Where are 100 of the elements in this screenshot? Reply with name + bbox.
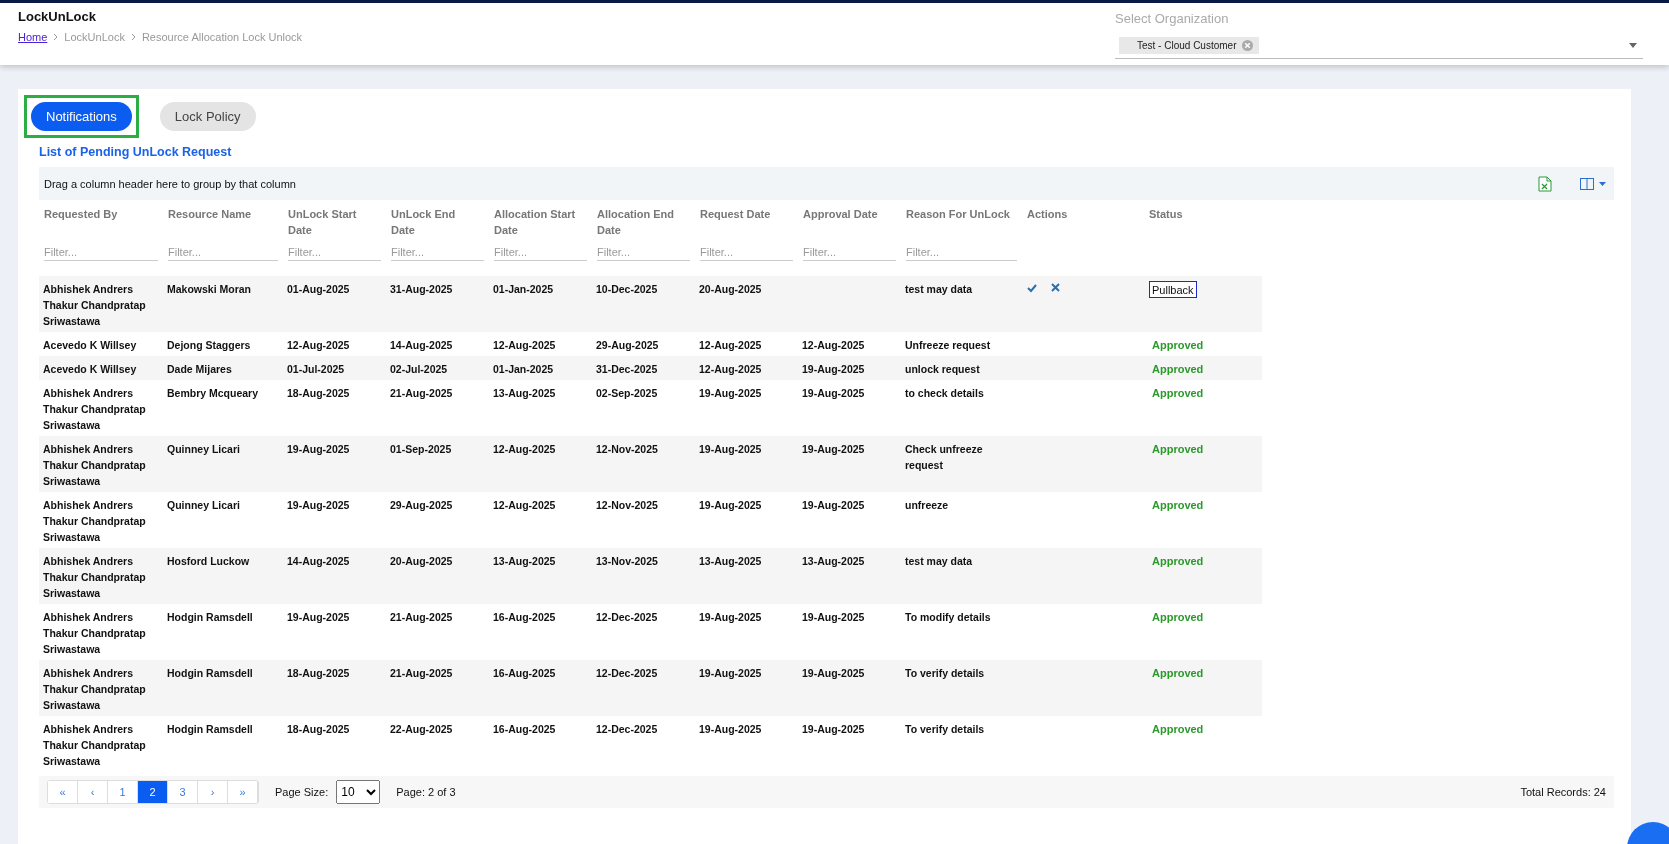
table-cell-text: Hosford Luckow <box>166 554 251 569</box>
page-button[interactable]: 2 <box>138 781 168 803</box>
organization-select[interactable]: Test - Cloud Customer <box>1115 37 1643 59</box>
group-hint: Drag a column header here to group by that column <box>44 177 296 190</box>
page-button[interactable]: 1 <box>108 781 138 803</box>
table-cell-text: 19-Aug-2025 <box>698 722 763 737</box>
table-cell-text: Abhishek Andrers Thakur Chandpratap Sriwastawa <box>42 554 147 601</box>
chevron-icon <box>130 33 136 41</box>
table-cell-text: 12-Dec-2025 <box>595 722 659 737</box>
table-cell-text: Dejong Staggers <box>166 338 252 353</box>
page-button[interactable]: ‹ <box>78 781 108 803</box>
table-cell-text: 13-Aug-2025 <box>698 554 763 569</box>
table-cell-text: test may data <box>904 282 974 297</box>
tab[interactable]: Notifications <box>31 102 132 131</box>
table-cell-text: 12-Aug-2025 <box>698 362 763 377</box>
page-info: Page: 2 of 3 <box>396 786 456 798</box>
page-button[interactable]: « <box>48 781 78 803</box>
table-cell-text: 19-Aug-2025 <box>801 666 866 681</box>
table-cell-text: Abhishek Andrers Thakur Chandpratap Sriwastawa <box>42 666 147 713</box>
column-header[interactable]: Allocation End Date <box>592 200 695 242</box>
page-button[interactable]: » <box>228 781 258 803</box>
table-cell-text: Hodgin Ramsdell <box>166 610 254 625</box>
table-cell-text: To verify details <box>904 666 986 681</box>
column-header[interactable]: Resource Name <box>163 200 283 242</box>
table-cell-text: 12-Aug-2025 <box>492 338 557 353</box>
approve-icon[interactable] <box>1027 283 1037 293</box>
table-cell-text: Makowski Moran <box>166 282 253 297</box>
table-cell-text: Hodgin Ramsdell <box>166 666 254 681</box>
table-cell-text: 13-Aug-2025 <box>801 554 866 569</box>
table-cell-text: 10-Dec-2025 <box>595 282 659 297</box>
table-cell-text: 14-Aug-2025 <box>389 338 454 353</box>
table-cell-text: 13-Aug-2025 <box>492 554 557 569</box>
table-cell-text: 01-Aug-2025 <box>286 282 351 297</box>
table-cell-text: 12-Aug-2025 <box>492 498 557 513</box>
table-cell-text: 01-Jul-2025 <box>286 362 346 377</box>
column-header[interactable]: UnLock Start Date <box>283 200 386 242</box>
table-cell-text: 20-Aug-2025 <box>389 554 454 569</box>
table-cell-text: 18-Aug-2025 <box>286 386 351 401</box>
status-label: Approved <box>1151 666 1205 681</box>
status-label: Approved <box>1151 442 1205 457</box>
table-cell-text: 21-Aug-2025 <box>389 666 454 681</box>
table-cell-text: 01-Sep-2025 <box>389 442 453 457</box>
column-header[interactable]: Requested By <box>39 200 163 242</box>
table-cell-text: 19-Aug-2025 <box>286 442 351 457</box>
column-header[interactable]: Approval Date <box>798 200 901 242</box>
column-header[interactable]: Actions <box>1022 200 1144 242</box>
table-cell-text: Dade Mijares <box>166 362 233 377</box>
table-cell-text: 02-Jul-2025 <box>389 362 449 377</box>
page-size-select[interactable]: 10 <box>336 780 381 804</box>
status-label: Approved <box>1151 554 1205 569</box>
table-cell-text: 13-Aug-2025 <box>492 386 557 401</box>
table-cell-text: unfreeze <box>904 498 950 513</box>
table-cell-text: 19-Aug-2025 <box>801 386 866 401</box>
total-records: Total Records: 24 <box>1520 786 1606 798</box>
table-cell-text: 14-Aug-2025 <box>286 554 351 569</box>
breadcrumb-item: LockUnLock <box>64 31 125 43</box>
table-cell-text: 19-Aug-2025 <box>286 498 351 513</box>
table-cell-text: 12-Dec-2025 <box>595 666 659 681</box>
table-cell-text: 19-Aug-2025 <box>801 362 866 377</box>
page-button[interactable]: › <box>198 781 228 803</box>
excel-export-icon[interactable] <box>1538 175 1552 192</box>
status-label: Approved <box>1151 338 1205 353</box>
column-header[interactable]: Allocation Start Date <box>489 200 592 242</box>
field-label: Select Organization <box>1115 11 1230 26</box>
column-header[interactable]: Reason For UnLock <box>901 200 1022 242</box>
table-cell-text: 19-Aug-2025 <box>698 610 763 625</box>
table-cell-text: Acevedo K Willsey <box>42 338 138 353</box>
table-cell-text: To verify details <box>904 722 986 737</box>
table-cell-text: Unfreeze request <box>904 338 992 353</box>
status-label: Approved <box>1151 362 1205 377</box>
table-cell-text: Acevedo K Willsey <box>42 362 138 377</box>
table-cell-text: 13-Nov-2025 <box>595 554 659 569</box>
pullback-button[interactable]: Pullback <box>1149 281 1197 298</box>
table-cell-text: 02-Sep-2025 <box>595 386 659 401</box>
table-cell-text: 18-Aug-2025 <box>286 722 351 737</box>
table-cell-text: 16-Aug-2025 <box>492 666 557 681</box>
table-cell-text: To modify details <box>904 610 992 625</box>
table-cell-text: Abhishek Andrers Thakur Chandpratap Sriwastawa <box>42 442 147 489</box>
reject-icon[interactable] <box>1051 283 1060 292</box>
table-cell-text: 21-Aug-2025 <box>389 610 454 625</box>
table-cell-text: Quinney Licari <box>166 442 241 457</box>
table-cell-text: 19-Aug-2025 <box>801 442 866 457</box>
page-button[interactable]: 3 <box>168 781 198 803</box>
column-header[interactable]: Status <box>1144 200 1307 242</box>
status-label: Approved <box>1151 722 1205 737</box>
status-label: Approved <box>1151 386 1205 401</box>
breadcrumb-link[interactable]: Home <box>18 31 48 43</box>
caret-icon[interactable] <box>1629 43 1637 48</box>
column-header[interactable]: UnLock End Date <box>386 200 489 242</box>
table-cell-text: 29-Aug-2025 <box>389 498 454 513</box>
table-cell-text: 19-Aug-2025 <box>698 442 763 457</box>
table-cell-text: 19-Aug-2025 <box>801 498 866 513</box>
column-header[interactable]: Request Date <box>695 200 798 242</box>
table-cell-text: 01-Jan-2025 <box>492 362 555 377</box>
breadcrumb-item: Resource Allocation Lock Unlock <box>141 31 303 43</box>
table-cell-text: 12-Aug-2025 <box>492 442 557 457</box>
table-cell-text: 16-Aug-2025 <box>492 610 557 625</box>
table-cell-text: 31-Aug-2025 <box>389 282 454 297</box>
tab[interactable]: Lock Policy <box>159 102 256 131</box>
column-chooser-icon[interactable] <box>1580 177 1606 190</box>
